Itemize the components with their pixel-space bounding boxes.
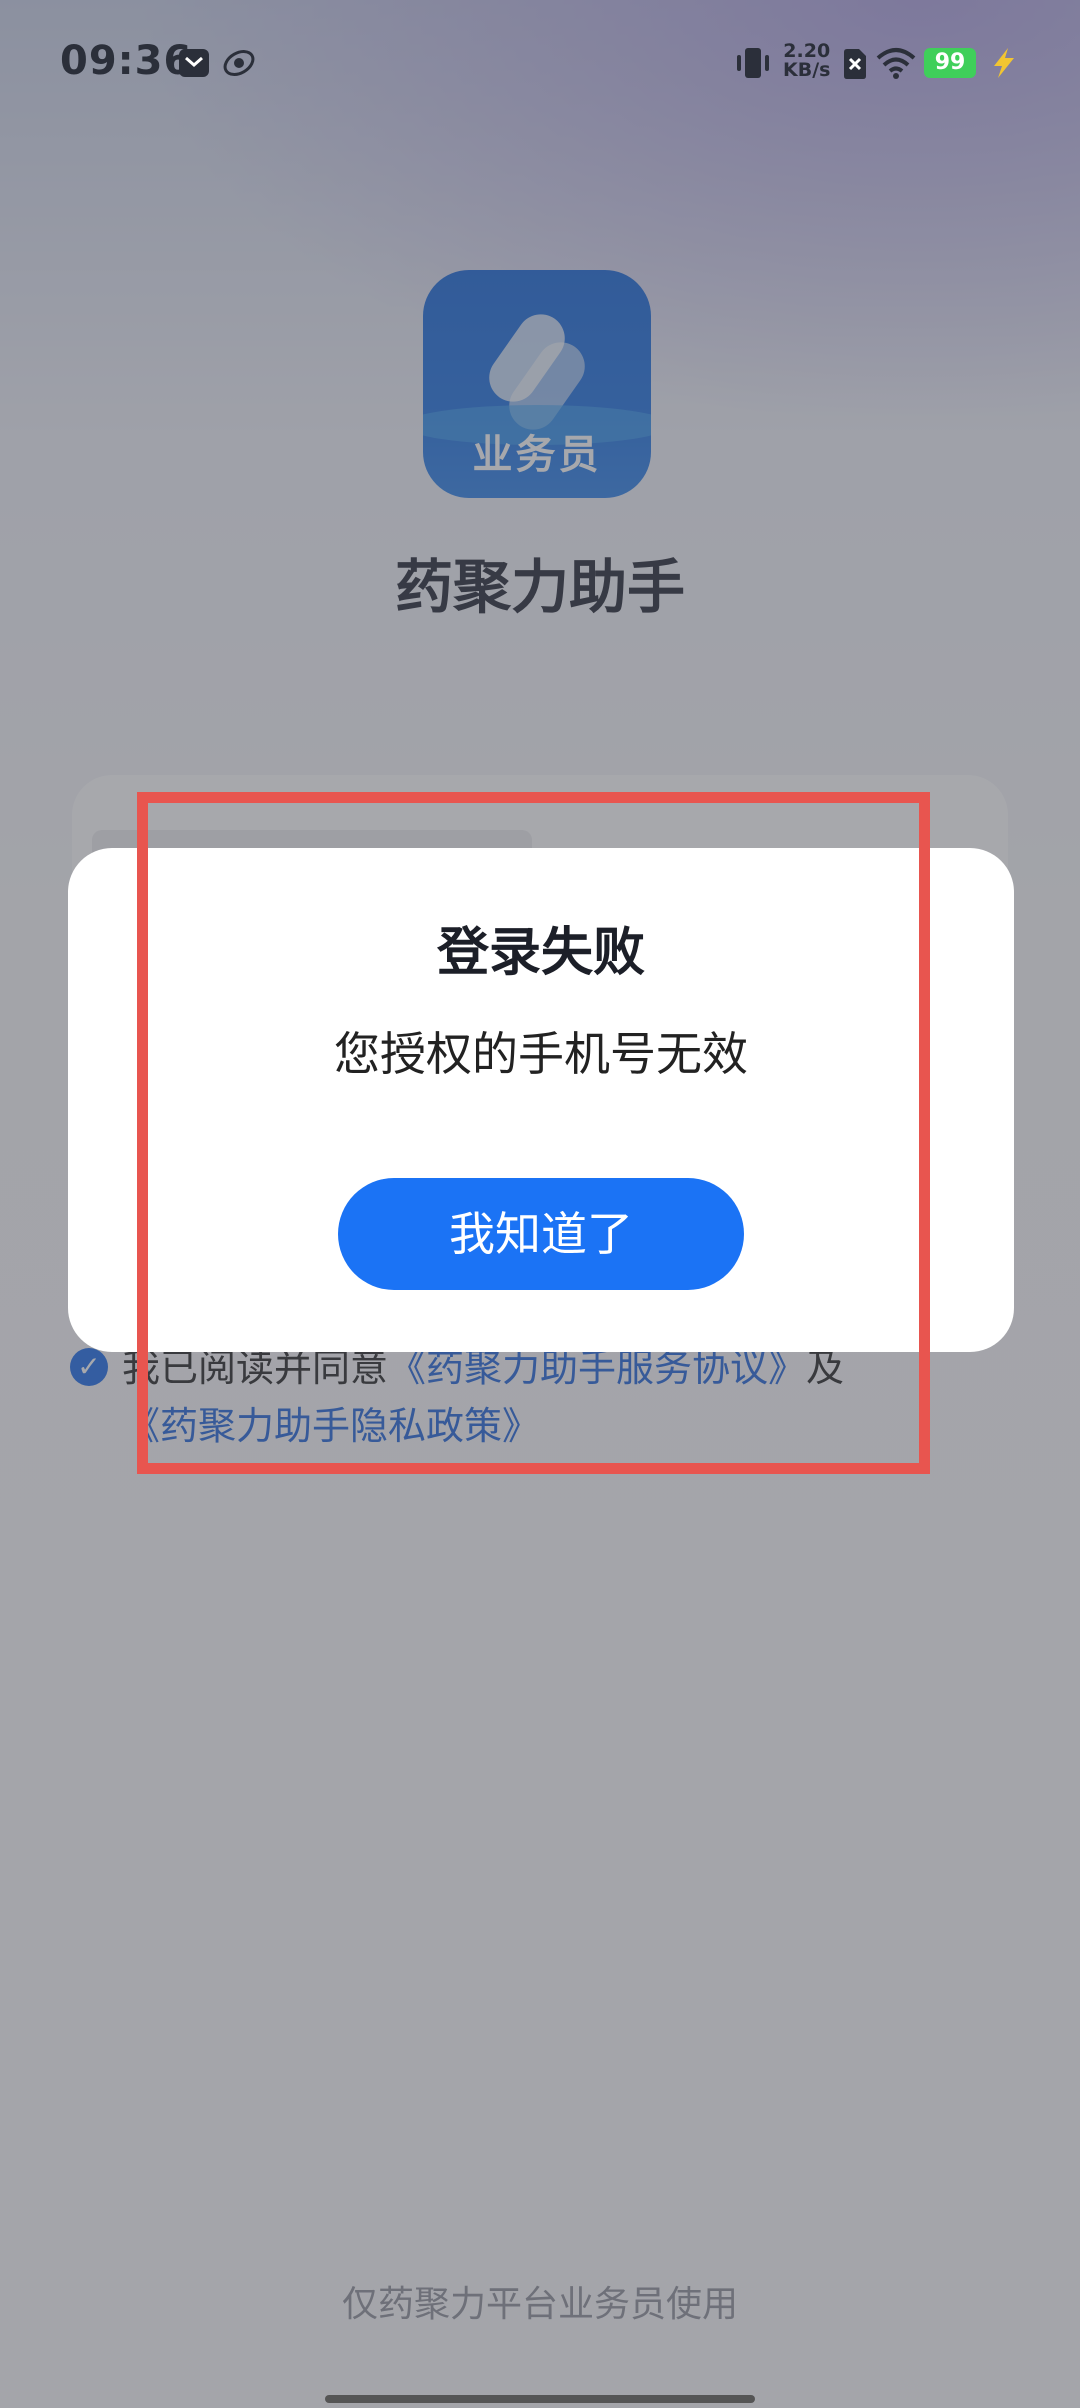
battery-indicator: 99: [924, 48, 976, 78]
network-speed: 2.20 KB/s: [783, 42, 830, 80]
no-sim-icon: [844, 49, 866, 79]
home-indicator[interactable]: [325, 2395, 755, 2403]
app-notification-icon: [223, 50, 255, 76]
wifi-icon: [876, 48, 916, 79]
status-time: 09:36: [60, 38, 193, 84]
network-speed-unit: KB/s: [783, 59, 831, 81]
charging-icon: [994, 48, 1014, 78]
annotation-highlight: [137, 792, 930, 1474]
vibrate-icon: [737, 48, 769, 78]
status-bar: 09:36 2.20 KB/s 99: [0, 0, 1080, 120]
mail-notification-icon: [179, 49, 209, 77]
